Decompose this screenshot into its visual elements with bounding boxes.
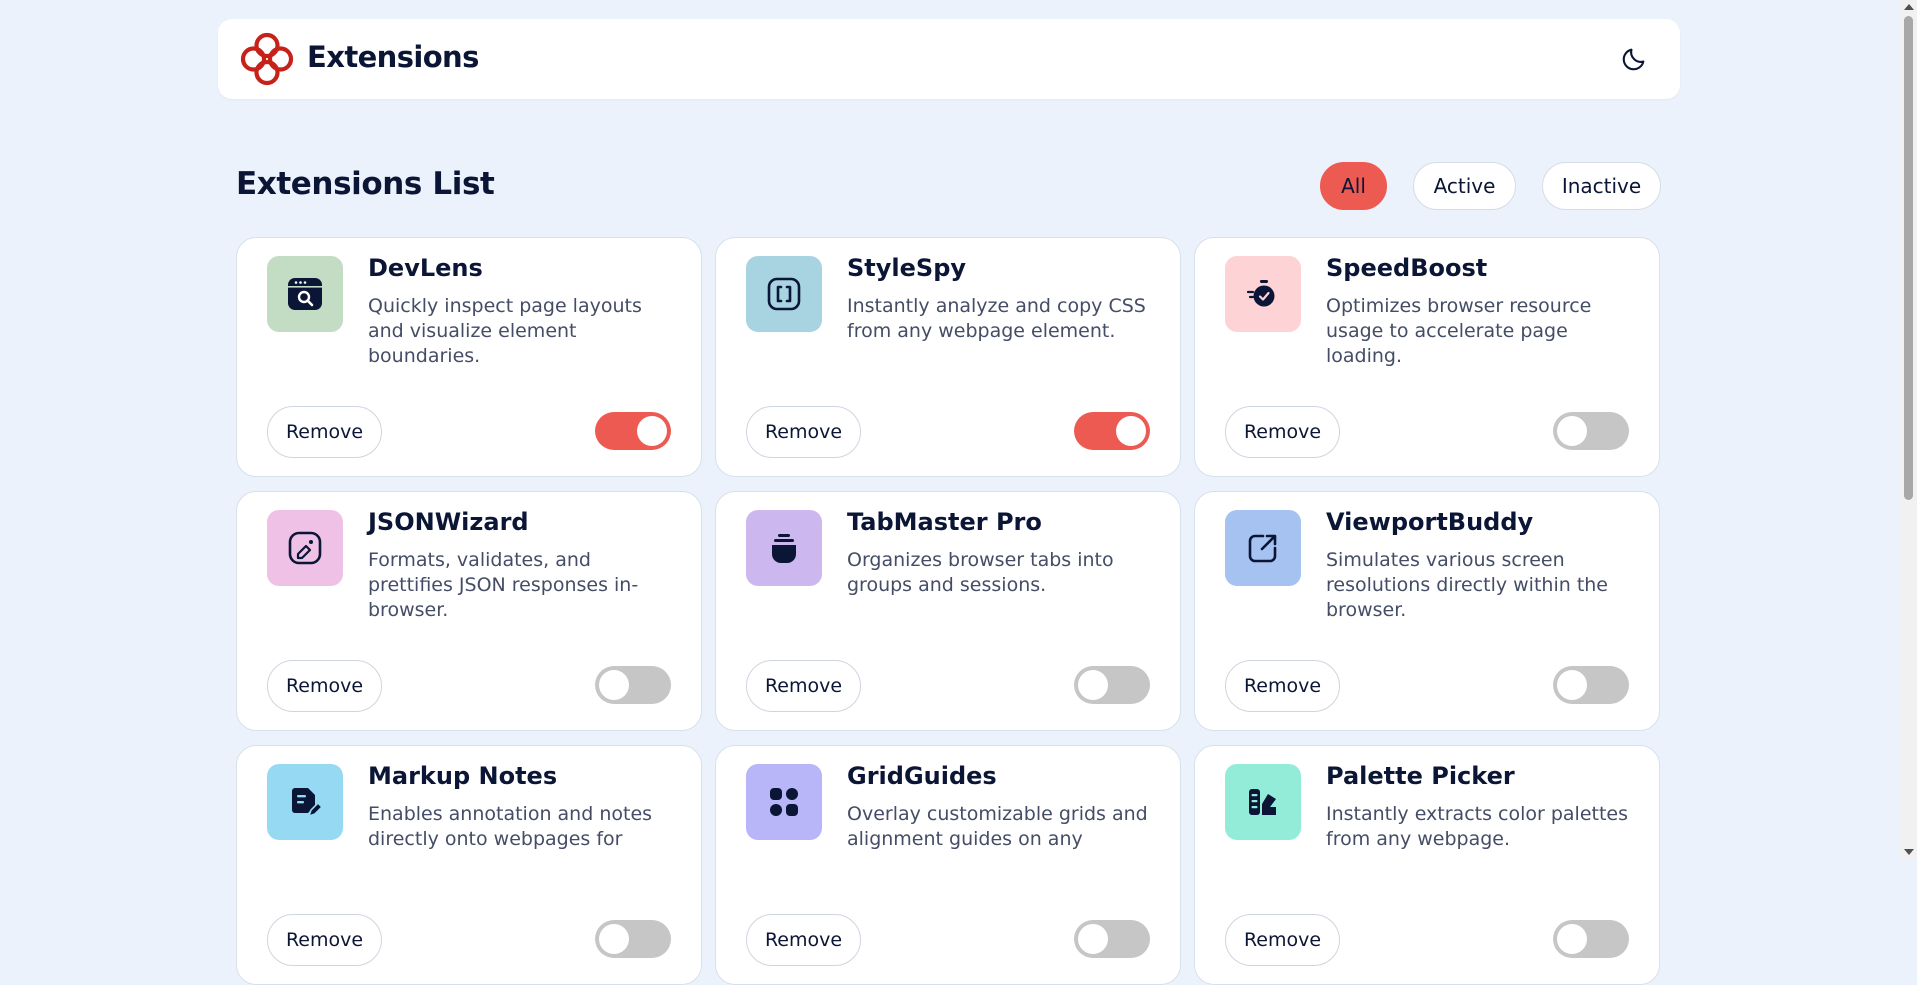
palettepicker-icon: [1225, 764, 1301, 840]
extension-toggle[interactable]: [595, 666, 671, 704]
extension-toggle[interactable]: [1074, 412, 1150, 450]
remove-button[interactable]: Remove: [746, 660, 861, 712]
extension-description: Instantly extracts color palettes from a…: [1326, 803, 1629, 850]
extension-description: Quickly inspect page layouts and visuali…: [368, 295, 642, 367]
extension-name: ViewportBuddy: [1326, 508, 1534, 536]
moon-icon: [1622, 48, 1645, 71]
extension-description: Optimizes browser resource usage to acce…: [1326, 295, 1592, 367]
extension-toggle[interactable]: [595, 920, 671, 958]
extension-name: StyleSpy: [847, 254, 967, 282]
extension-card-gridguides: GridGuides Overlay customizable grids an…: [715, 745, 1181, 985]
extension-card-palette-picker: Palette Picker Instantly extracts color …: [1194, 745, 1660, 985]
remove-button[interactable]: Remove: [1225, 914, 1340, 966]
speedboost-icon: [1225, 256, 1301, 332]
extension-card-stylespy: StyleSpy Instantly analyze and copy CSS …: [715, 237, 1181, 477]
extension-toggle[interactable]: [595, 412, 671, 450]
toggle-knob: [1557, 924, 1587, 954]
toggle-knob: [599, 670, 629, 700]
remove-button[interactable]: Remove: [267, 660, 382, 712]
app-header: Extensions: [218, 19, 1680, 99]
remove-button[interactable]: Remove: [1225, 406, 1340, 458]
extension-description: Overlay customizable grids and alignment…: [847, 803, 1148, 850]
extension-card-jsonwizard: JSONWizard Formats, validates, and prett…: [236, 491, 702, 731]
filter-inactive-button[interactable]: Inactive: [1542, 162, 1661, 210]
theme-toggle-button[interactable]: [1616, 41, 1652, 77]
extension-description: Formats, validates, and prettifies JSON …: [368, 549, 639, 621]
scroll-up-arrow[interactable]: [1904, 4, 1914, 10]
toggle-knob: [1557, 416, 1587, 446]
extension-name: GridGuides: [847, 762, 997, 790]
extension-toggle[interactable]: [1553, 666, 1629, 704]
extension-card-viewportbuddy: ViewportBuddy Simulates various screen r…: [1194, 491, 1660, 731]
stylespy-icon: [746, 256, 822, 332]
scroll-down-arrow[interactable]: [1904, 849, 1914, 855]
gridguides-icon: [746, 764, 822, 840]
toggle-knob: [1116, 416, 1146, 446]
scroll-thumb[interactable]: [1904, 16, 1913, 500]
extension-card-markup-notes: Markup Notes Enables annotation and note…: [236, 745, 702, 985]
extension-description: Enables annotation and notes directly on…: [368, 803, 653, 850]
extension-toggle[interactable]: [1553, 412, 1629, 450]
extension-toggle[interactable]: [1074, 666, 1150, 704]
toggle-knob: [637, 416, 667, 446]
extension-card-speedboost: SpeedBoost Optimizes browser resource us…: [1194, 237, 1660, 477]
extension-name: TabMaster Pro: [847, 508, 1042, 536]
filter-all-button[interactable]: All: [1320, 162, 1387, 210]
extension-name: JSONWizard: [368, 508, 529, 536]
jsonwizard-icon: [267, 510, 343, 586]
devlens-icon: [267, 256, 343, 332]
toggle-knob: [1557, 670, 1587, 700]
extension-description: Simulates various screen resolutions dir…: [1326, 549, 1608, 621]
extension-name: DevLens: [368, 254, 483, 282]
page-scrollbar[interactable]: [1900, 0, 1917, 859]
extension-card-devlens: DevLens Quickly inspect page layouts and…: [236, 237, 702, 477]
toggle-knob: [599, 924, 629, 954]
extension-toggle[interactable]: [1553, 920, 1629, 958]
extension-description: Instantly analyze and copy CSS from any …: [847, 295, 1146, 342]
toggle-knob: [1078, 670, 1108, 700]
logo-icon: [240, 32, 294, 86]
extension-name: SpeedBoost: [1326, 254, 1488, 282]
viewportbuddy-icon: [1225, 510, 1301, 586]
filter-active-button[interactable]: Active: [1413, 162, 1516, 210]
toggle-knob: [1078, 924, 1108, 954]
remove-button[interactable]: Remove: [746, 406, 861, 458]
remove-button[interactable]: Remove: [267, 914, 382, 966]
extension-name: Palette Picker: [1326, 762, 1515, 790]
remove-button[interactable]: Remove: [746, 914, 861, 966]
remove-button[interactable]: Remove: [1225, 660, 1340, 712]
markupnotes-icon: [267, 764, 343, 840]
tabmaster-icon: [746, 510, 822, 586]
extension-toggle[interactable]: [1074, 920, 1150, 958]
logo-text: Extensions: [307, 40, 479, 74]
extension-card-tabmaster-pro: TabMaster Pro Organizes browser tabs int…: [715, 491, 1181, 731]
remove-button[interactable]: Remove: [267, 406, 382, 458]
extension-name: Markup Notes: [368, 762, 558, 790]
page-title: Extensions List: [236, 166, 495, 202]
extension-description: Organizes browser tabs into groups and s…: [847, 549, 1114, 596]
